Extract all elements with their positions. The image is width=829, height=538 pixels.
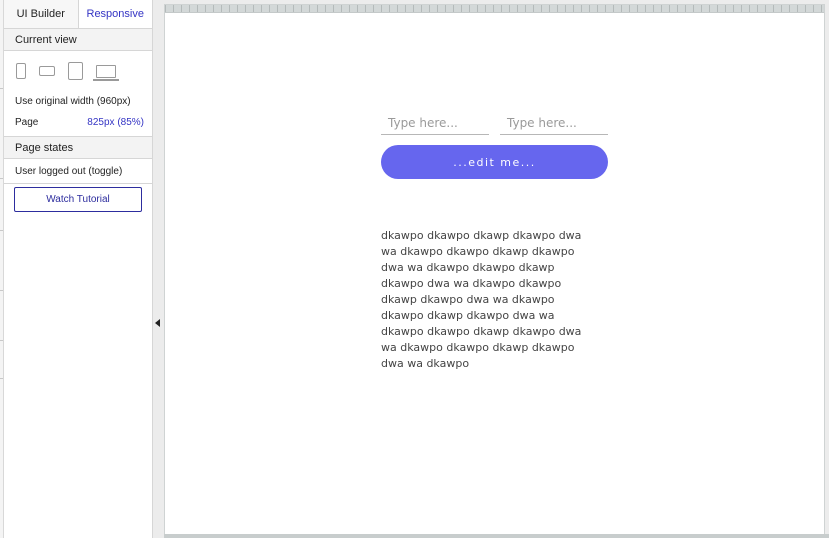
original-width-label: Use original width (960px) (15, 96, 131, 107)
ruler-ticks (165, 5, 824, 12)
text-input-1[interactable]: Type here... (381, 111, 489, 135)
text-input-2[interactable]: Type here... (500, 111, 608, 135)
page-canvas: Type here... Type here... ...edit me... … (164, 4, 825, 536)
laptop-icon[interactable] (93, 64, 119, 81)
page-state-item[interactable]: User logged out (toggle) (4, 159, 152, 184)
page-state-label: User logged out (toggle) (15, 165, 123, 177)
text-paragraph[interactable]: dkawpo dkawpo dkawp dkawpo dwa wa dkawpo… (381, 228, 599, 372)
page-states-heading: Page states (4, 137, 152, 159)
horizontal-ruler (165, 5, 824, 13)
page-width-value[interactable]: 825px (85%) (87, 117, 144, 128)
responsive-sidebar: UI Builder Responsive Current view Use o… (4, 0, 153, 538)
edit-me-button[interactable]: ...edit me... (381, 145, 608, 179)
canvas-bottom-edge (164, 534, 829, 538)
device-selector (4, 51, 152, 91)
current-view-heading: Current view (4, 29, 152, 51)
watch-tutorial-button[interactable]: Watch Tutorial (14, 187, 142, 212)
page-width-row: Page 825px (85%) (4, 112, 152, 133)
tablet-icon[interactable] (68, 62, 83, 80)
tab-responsive[interactable]: Responsive (78, 0, 152, 28)
page-label: Page (15, 117, 39, 128)
collapse-panel-arrow-icon[interactable] (155, 319, 160, 327)
sidebar-tabs: UI Builder Responsive (4, 0, 152, 29)
phone-portrait-icon[interactable] (16, 63, 26, 79)
phone-landscape-icon[interactable] (39, 66, 55, 76)
original-width-toggle[interactable]: Use original width (960px) (4, 91, 152, 112)
tab-ui-builder[interactable]: UI Builder (4, 0, 79, 28)
